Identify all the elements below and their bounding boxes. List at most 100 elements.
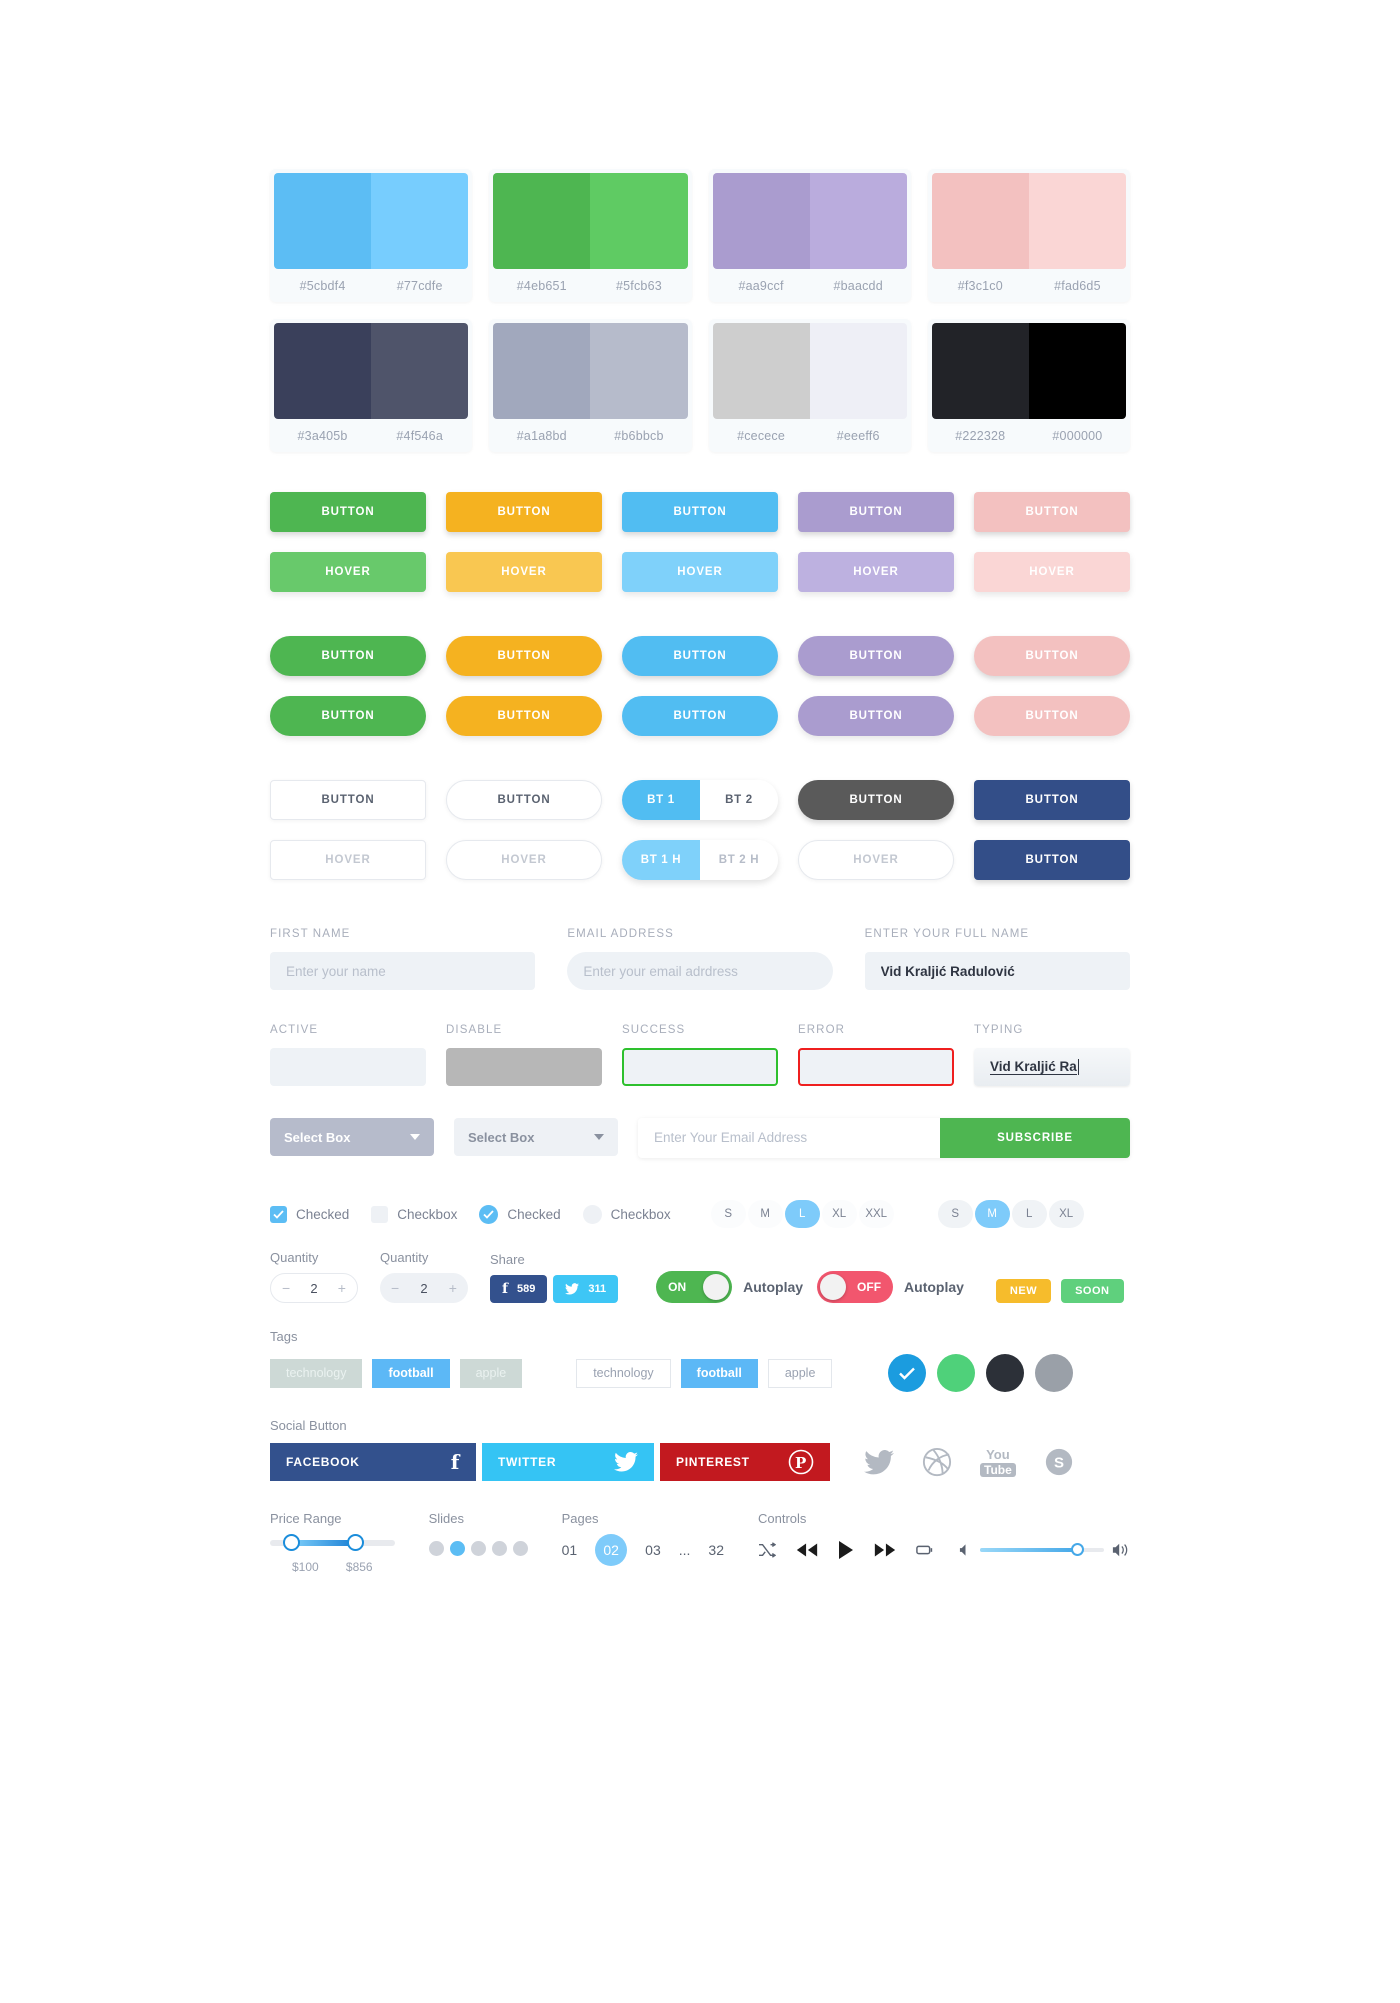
error-input[interactable] — [798, 1048, 954, 1087]
page-32[interactable]: 32 — [708, 1542, 724, 1558]
slide-dot[interactable] — [491, 1541, 507, 1557]
select-box-1[interactable]: Select Box — [270, 1118, 434, 1157]
styled-button[interactable]: BUTTON — [622, 696, 778, 737]
shuffle-icon[interactable] — [758, 1542, 776, 1558]
tag-technology[interactable]: technology — [576, 1358, 671, 1388]
twitter-button[interactable]: TWITTER — [482, 1443, 654, 1482]
quantity-2-plus[interactable]: + — [449, 1280, 457, 1296]
toggle-knob[interactable] — [820, 1274, 847, 1301]
size-option-s[interactable]: S — [937, 1200, 973, 1229]
split-button-1[interactable]: BT 1 — [622, 780, 700, 821]
checkbox-unchecked-icon[interactable] — [582, 1204, 602, 1224]
dark-button[interactable]: BUTTON — [798, 780, 954, 821]
split-button-2[interactable]: BT 2 — [700, 780, 778, 821]
active-input[interactable] — [270, 1048, 426, 1087]
page-02[interactable]: 02 — [595, 1534, 628, 1567]
autoplay-toggle[interactable]: ON — [656, 1271, 733, 1304]
dribbble-icon[interactable] — [922, 1447, 952, 1477]
gray-circle[interactable] — [1035, 1354, 1074, 1393]
twitter-share-button[interactable]: 311 — [553, 1275, 619, 1304]
page-dotsdotsdots[interactable]: ... — [679, 1542, 691, 1558]
size-option-l[interactable]: L — [1011, 1200, 1047, 1229]
fast-forward-icon[interactable] — [873, 1541, 897, 1559]
volume-low-icon[interactable] — [959, 1543, 972, 1557]
checkbox-item[interactable]: Checkbox — [371, 1205, 457, 1223]
outline-pill-button-hover[interactable]: HOVER — [446, 840, 602, 881]
size-option-m[interactable]: M — [747, 1200, 783, 1229]
volume-handle[interactable] — [1070, 1543, 1084, 1557]
typing-input[interactable]: Vid Kraljić Ra — [974, 1048, 1130, 1087]
toggle-knob[interactable] — [703, 1274, 730, 1301]
styled-button[interactable]: HOVER — [974, 552, 1130, 593]
quantity-1-plus[interactable]: + — [338, 1280, 346, 1296]
checkbox-item[interactable]: Checked — [479, 1204, 561, 1224]
facebook-button[interactable]: FACEBOOK f — [270, 1443, 476, 1482]
outline-rect-button-hover[interactable]: HOVER — [270, 840, 426, 881]
stop-icon[interactable] — [916, 1543, 936, 1557]
facebook-share-button[interactable]: f 589 — [490, 1275, 548, 1304]
volume-high-icon[interactable] — [1112, 1542, 1130, 1558]
styled-button[interactable]: HOVER — [798, 552, 954, 593]
styled-button[interactable]: BUTTON — [974, 492, 1130, 533]
navy-button[interactable]: BUTTON — [974, 780, 1130, 821]
quantity-stepper-1[interactable]: − 2 + — [270, 1273, 358, 1304]
success-input[interactable] — [622, 1048, 778, 1087]
price-range-handle-max[interactable] — [346, 1534, 364, 1552]
page-01[interactable]: 01 — [562, 1542, 578, 1558]
checkbox-item[interactable]: Checkbox — [582, 1204, 671, 1224]
first-name-input[interactable] — [270, 952, 536, 991]
green-circle[interactable] — [937, 1354, 976, 1393]
outline-pill-button[interactable]: BUTTON — [446, 780, 602, 821]
styled-button[interactable]: BUTTON — [446, 636, 602, 677]
rewind-icon[interactable] — [795, 1541, 819, 1559]
youtube-icon[interactable]: You Tube — [980, 1448, 1016, 1477]
subscribe-input[interactable] — [638, 1118, 940, 1157]
styled-button[interactable]: BUTTON — [798, 492, 954, 533]
dark-button-hover[interactable]: HOVER — [798, 840, 954, 881]
twitter-icon[interactable] — [864, 1449, 894, 1475]
price-range-handle-min[interactable] — [283, 1534, 301, 1552]
check-circle[interactable] — [888, 1354, 927, 1393]
size-option-xl[interactable]: XL — [821, 1200, 857, 1229]
size-option-s[interactable]: S — [710, 1200, 746, 1229]
styled-button[interactable]: BUTTON — [622, 492, 778, 533]
checkbox-checked-icon[interactable] — [270, 1205, 287, 1223]
volume-track[interactable] — [980, 1543, 1104, 1557]
email-input[interactable] — [567, 952, 833, 991]
autoplay-toggle[interactable]: OFF — [817, 1271, 894, 1304]
select-box-2[interactable]: Select Box — [454, 1118, 618, 1157]
size-option-l[interactable]: L — [784, 1200, 820, 1229]
styled-button[interactable]: BUTTON — [974, 636, 1130, 677]
split-button-2-hover[interactable]: BT 2 H — [700, 840, 778, 881]
tag-apple[interactable]: apple — [459, 1358, 523, 1388]
styled-button[interactable]: BUTTON — [798, 636, 954, 677]
navy-button-hover[interactable]: BUTTON — [974, 840, 1130, 881]
quantity-1-minus[interactable]: − — [282, 1280, 290, 1296]
quantity-stepper-2[interactable]: − 2 + — [380, 1273, 468, 1304]
styled-button[interactable]: BUTTON — [270, 696, 426, 737]
styled-button[interactable]: HOVER — [270, 552, 426, 593]
size-option-xxl[interactable]: XXL — [858, 1200, 894, 1229]
slide-dot[interactable] — [449, 1541, 465, 1557]
subscribe-button[interactable]: SUBSCRIBE — [940, 1118, 1130, 1159]
page-03[interactable]: 03 — [645, 1542, 661, 1558]
price-range-track[interactable] — [270, 1534, 395, 1552]
styled-button[interactable]: BUTTON — [798, 696, 954, 737]
styled-button[interactable]: BUTTON — [270, 636, 426, 677]
outline-rect-button[interactable]: BUTTON — [270, 780, 426, 821]
fullname-input[interactable] — [864, 952, 1130, 991]
styled-button[interactable]: HOVER — [622, 552, 778, 593]
pinterest-button[interactable]: PINTEREST P — [660, 1443, 830, 1482]
skype-icon[interactable]: S — [1044, 1447, 1074, 1477]
styled-button[interactable]: BUTTON — [974, 696, 1130, 737]
slide-dot[interactable] — [428, 1541, 444, 1557]
styled-button[interactable]: BUTTON — [446, 492, 602, 533]
checkbox-item[interactable]: Checked — [270, 1205, 349, 1223]
quantity-2-minus[interactable]: − — [391, 1280, 399, 1296]
styled-button[interactable]: BUTTON — [446, 696, 602, 737]
slide-dot[interactable] — [512, 1541, 528, 1557]
styled-button[interactable]: BUTTON — [622, 636, 778, 677]
tag-apple[interactable]: apple — [767, 1358, 833, 1388]
tag-technology[interactable]: technology — [270, 1358, 363, 1388]
size-option-m[interactable]: M — [974, 1200, 1010, 1229]
